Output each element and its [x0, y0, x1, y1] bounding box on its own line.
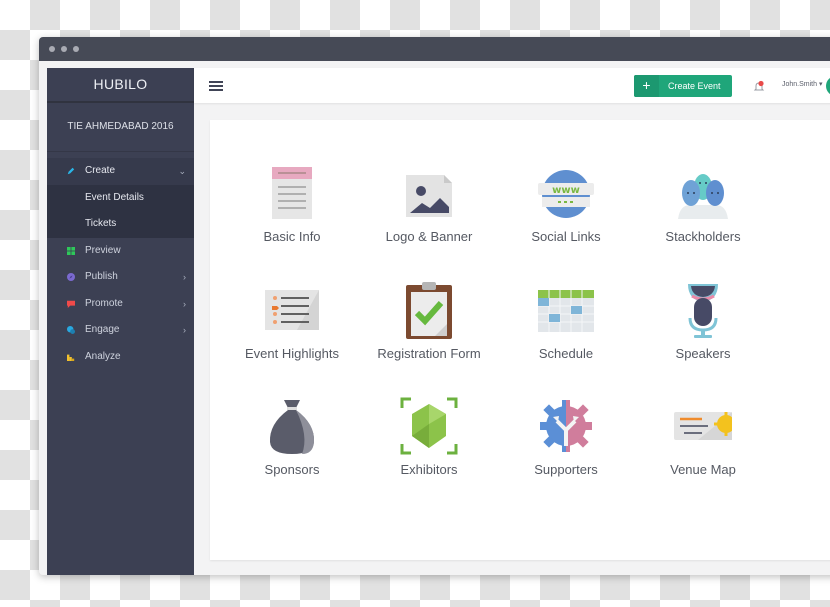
chevron-right-icon: ›: [183, 272, 186, 282]
tile-exhibitors[interactable]: Exhibitors: [364, 396, 494, 477]
sidebar-item-label: Engage: [85, 324, 120, 335]
tile-label: Exhibitors: [400, 462, 458, 477]
people-icon: [668, 163, 738, 223]
tile-label: Supporters: [534, 462, 598, 477]
sidebar-item-publish[interactable]: Publish ›: [47, 264, 194, 291]
money-bag-icon: [257, 396, 327, 456]
window-control-dot[interactable]: [61, 46, 67, 52]
calendar-icon: [531, 280, 601, 340]
sidebar: HUBILO TIE AHMEDABAD 2016 Create ⌄ Event…: [47, 68, 194, 575]
gem-icon: [394, 396, 464, 456]
sidebar-item-label: Tickets: [85, 218, 117, 229]
event-name: TIE AHMEDABAD 2016: [47, 103, 194, 152]
tile-stackholders[interactable]: Stackholders: [638, 163, 768, 244]
user-menu[interactable]: John.Smith ▾: [782, 80, 822, 88]
sidebar-item-label: Publish: [85, 271, 118, 282]
sidebar-subitem-event-details[interactable]: Event Details: [47, 185, 194, 212]
main-content: Basic Info Logo & Banner www Social Link…: [210, 120, 830, 560]
sidebar-item-label: Event Details: [85, 191, 144, 203]
tile-sponsors[interactable]: Sponsors: [227, 396, 357, 477]
tile-label: Venue Map: [670, 462, 736, 477]
sidebar-item-analyze[interactable]: Analyze: [47, 344, 194, 371]
ticket-icon: [668, 396, 738, 456]
sidebar-item-promote[interactable]: Promote ›: [47, 291, 194, 318]
app-window: HUBILO TIE AHMEDABAD 2016 Create ⌄ Event…: [39, 37, 830, 575]
create-event-button[interactable]: + Create Event: [634, 75, 732, 97]
svg-text:www: www: [552, 185, 580, 196]
sidebar-item-engage[interactable]: Engage ›: [47, 317, 194, 344]
tile-label: Sponsors: [264, 462, 320, 477]
sidebar-item-label: Promote: [85, 297, 123, 309]
tile-basic-info[interactable]: Basic Info: [227, 163, 357, 244]
tile-label: Registration Form: [377, 346, 481, 361]
tile-logo-banner[interactable]: Logo & Banner: [364, 163, 494, 244]
avatar[interactable]: [826, 76, 830, 96]
tile-label: Social Links: [531, 229, 601, 244]
sidebar-item-preview[interactable]: Preview: [47, 238, 194, 265]
create-event-label: Create Event: [668, 81, 721, 91]
notification-bell-icon[interactable]: [753, 80, 765, 92]
tile-event-highlights[interactable]: Event Highlights: [227, 280, 357, 361]
tile-label: Logo & Banner: [385, 229, 473, 244]
document-icon: [257, 163, 327, 223]
chat-icon: [67, 326, 75, 334]
plus-icon: +: [634, 75, 659, 97]
window-titlebar: [39, 37, 830, 61]
menu-toggle-icon[interactable]: [209, 81, 223, 91]
chevron-down-icon: ⌄: [178, 166, 186, 176]
bar-chart-icon: [67, 354, 75, 361]
sidebar-item-label: Analyze: [85, 350, 121, 362]
chevron-right-icon: ›: [183, 325, 186, 335]
top-bar: + Create Event John.Smith ▾: [194, 68, 830, 103]
tile-registration-form[interactable]: Registration Form: [364, 280, 494, 361]
tile-social-links[interactable]: www Social Links: [501, 163, 631, 244]
clipboard-check-icon: [394, 280, 464, 340]
tile-venue-map[interactable]: Venue Map: [638, 396, 768, 477]
tile-speakers[interactable]: Speakers: [638, 280, 768, 361]
brand-logo[interactable]: HUBILO: [47, 68, 194, 103]
tile-schedule[interactable]: Schedule: [501, 280, 631, 361]
list-card-icon: [257, 280, 327, 340]
sidebar-item-label: Create: [85, 165, 116, 176]
www-globe-icon: www: [531, 163, 601, 223]
microphone-icon: [668, 280, 738, 340]
tile-label: Schedule: [538, 346, 594, 361]
gear-icon: [531, 396, 601, 456]
sidebar-item-label: Preview: [85, 244, 121, 256]
tile-label: Speakers: [675, 346, 731, 361]
window-control-dot[interactable]: [49, 46, 55, 52]
sidebar-subitem-tickets[interactable]: Tickets: [47, 211, 194, 238]
compass-icon: [67, 273, 75, 281]
tile-supporters[interactable]: Supporters: [501, 396, 631, 477]
megaphone-icon: [67, 300, 75, 308]
window-control-dot[interactable]: [73, 46, 79, 52]
pencil-icon: [67, 167, 75, 175]
sidebar-item-create[interactable]: Create ⌄: [47, 158, 194, 185]
tile-label: Basic Info: [263, 229, 321, 244]
chevron-right-icon: ›: [183, 298, 186, 309]
tile-label: Event Highlights: [245, 346, 339, 361]
create-submenu: Event Details Tickets: [47, 184, 194, 238]
image-icon: [394, 163, 464, 223]
grid-icon: [67, 246, 75, 255]
tile-label: Stackholders: [665, 229, 741, 244]
